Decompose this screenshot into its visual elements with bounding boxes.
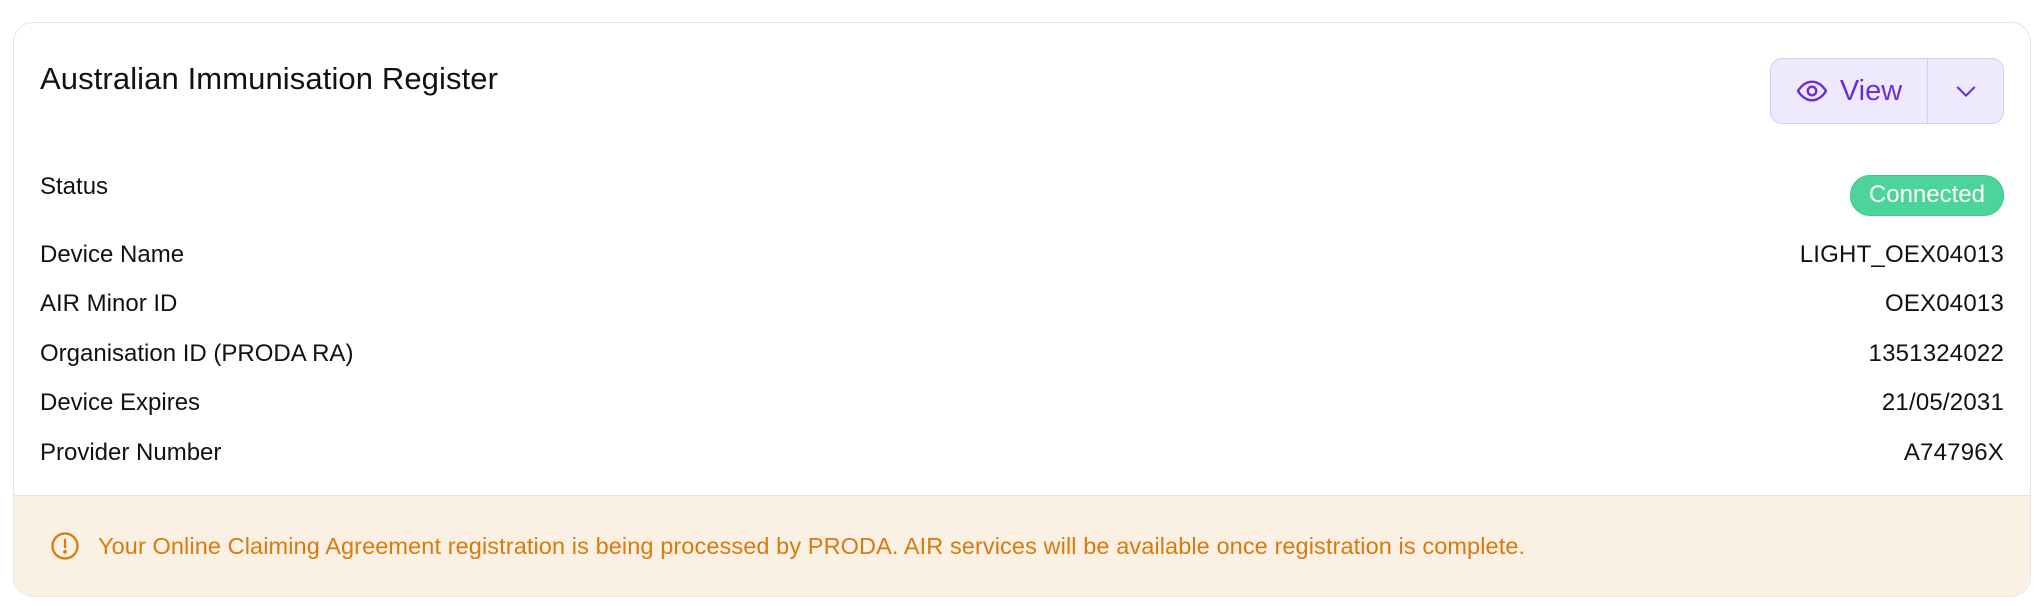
detail-row-device-expires: Device Expires 21/05/2031 [40, 379, 2004, 429]
detail-value: LIGHT_OEX04013 [1799, 240, 2004, 268]
detail-label: Organisation ID (PRODA RA) [40, 339, 354, 367]
view-button-group: View [1770, 58, 2004, 124]
detail-label: Device Name [40, 240, 185, 268]
detail-label: Provider Number [40, 438, 222, 466]
detail-row-device-name: Device Name LIGHT_OEX04013 [40, 230, 2004, 280]
detail-label: AIR Minor ID [40, 290, 178, 318]
detail-value: 21/05/2031 [1881, 389, 2004, 417]
detail-row-air-minor-id: AIR Minor ID OEX04013 [40, 280, 2004, 330]
chevron-down-icon [1956, 86, 1975, 97]
details-list: Status Connected Device Name LIGHT_OEX04… [40, 173, 2004, 478]
detail-row-status: Status Connected [40, 173, 2004, 230]
registration-notice: Your Online Claiming Agreement registrat… [14, 495, 2030, 596]
view-button-label: View [1839, 74, 1903, 107]
detail-label: Device Expires [40, 389, 201, 417]
eye-icon [1796, 80, 1828, 102]
view-button[interactable]: View [1771, 59, 1928, 123]
card-header: Australian Immunisation Register View [14, 23, 2030, 133]
detail-label: Status [40, 173, 109, 200]
air-card: Australian Immunisation Register View St… [13, 22, 2031, 597]
detail-row-provider-number: Provider Number A74796X [40, 428, 2004, 478]
detail-value: 1351324022 [1868, 339, 2004, 367]
card-title: Australian Immunisation Register [40, 61, 499, 96]
detail-row-organisation-id: Organisation ID (PRODA RA) 1351324022 [40, 329, 2004, 379]
view-dropdown-button[interactable] [1928, 59, 2003, 123]
notice-text: Your Online Claiming Agreement registrat… [98, 532, 1526, 559]
alert-circle-icon [51, 532, 79, 560]
detail-value: A74796X [1903, 438, 2004, 466]
detail-value: OEX04013 [1884, 290, 2004, 318]
status-badge: Connected [1849, 175, 2004, 216]
